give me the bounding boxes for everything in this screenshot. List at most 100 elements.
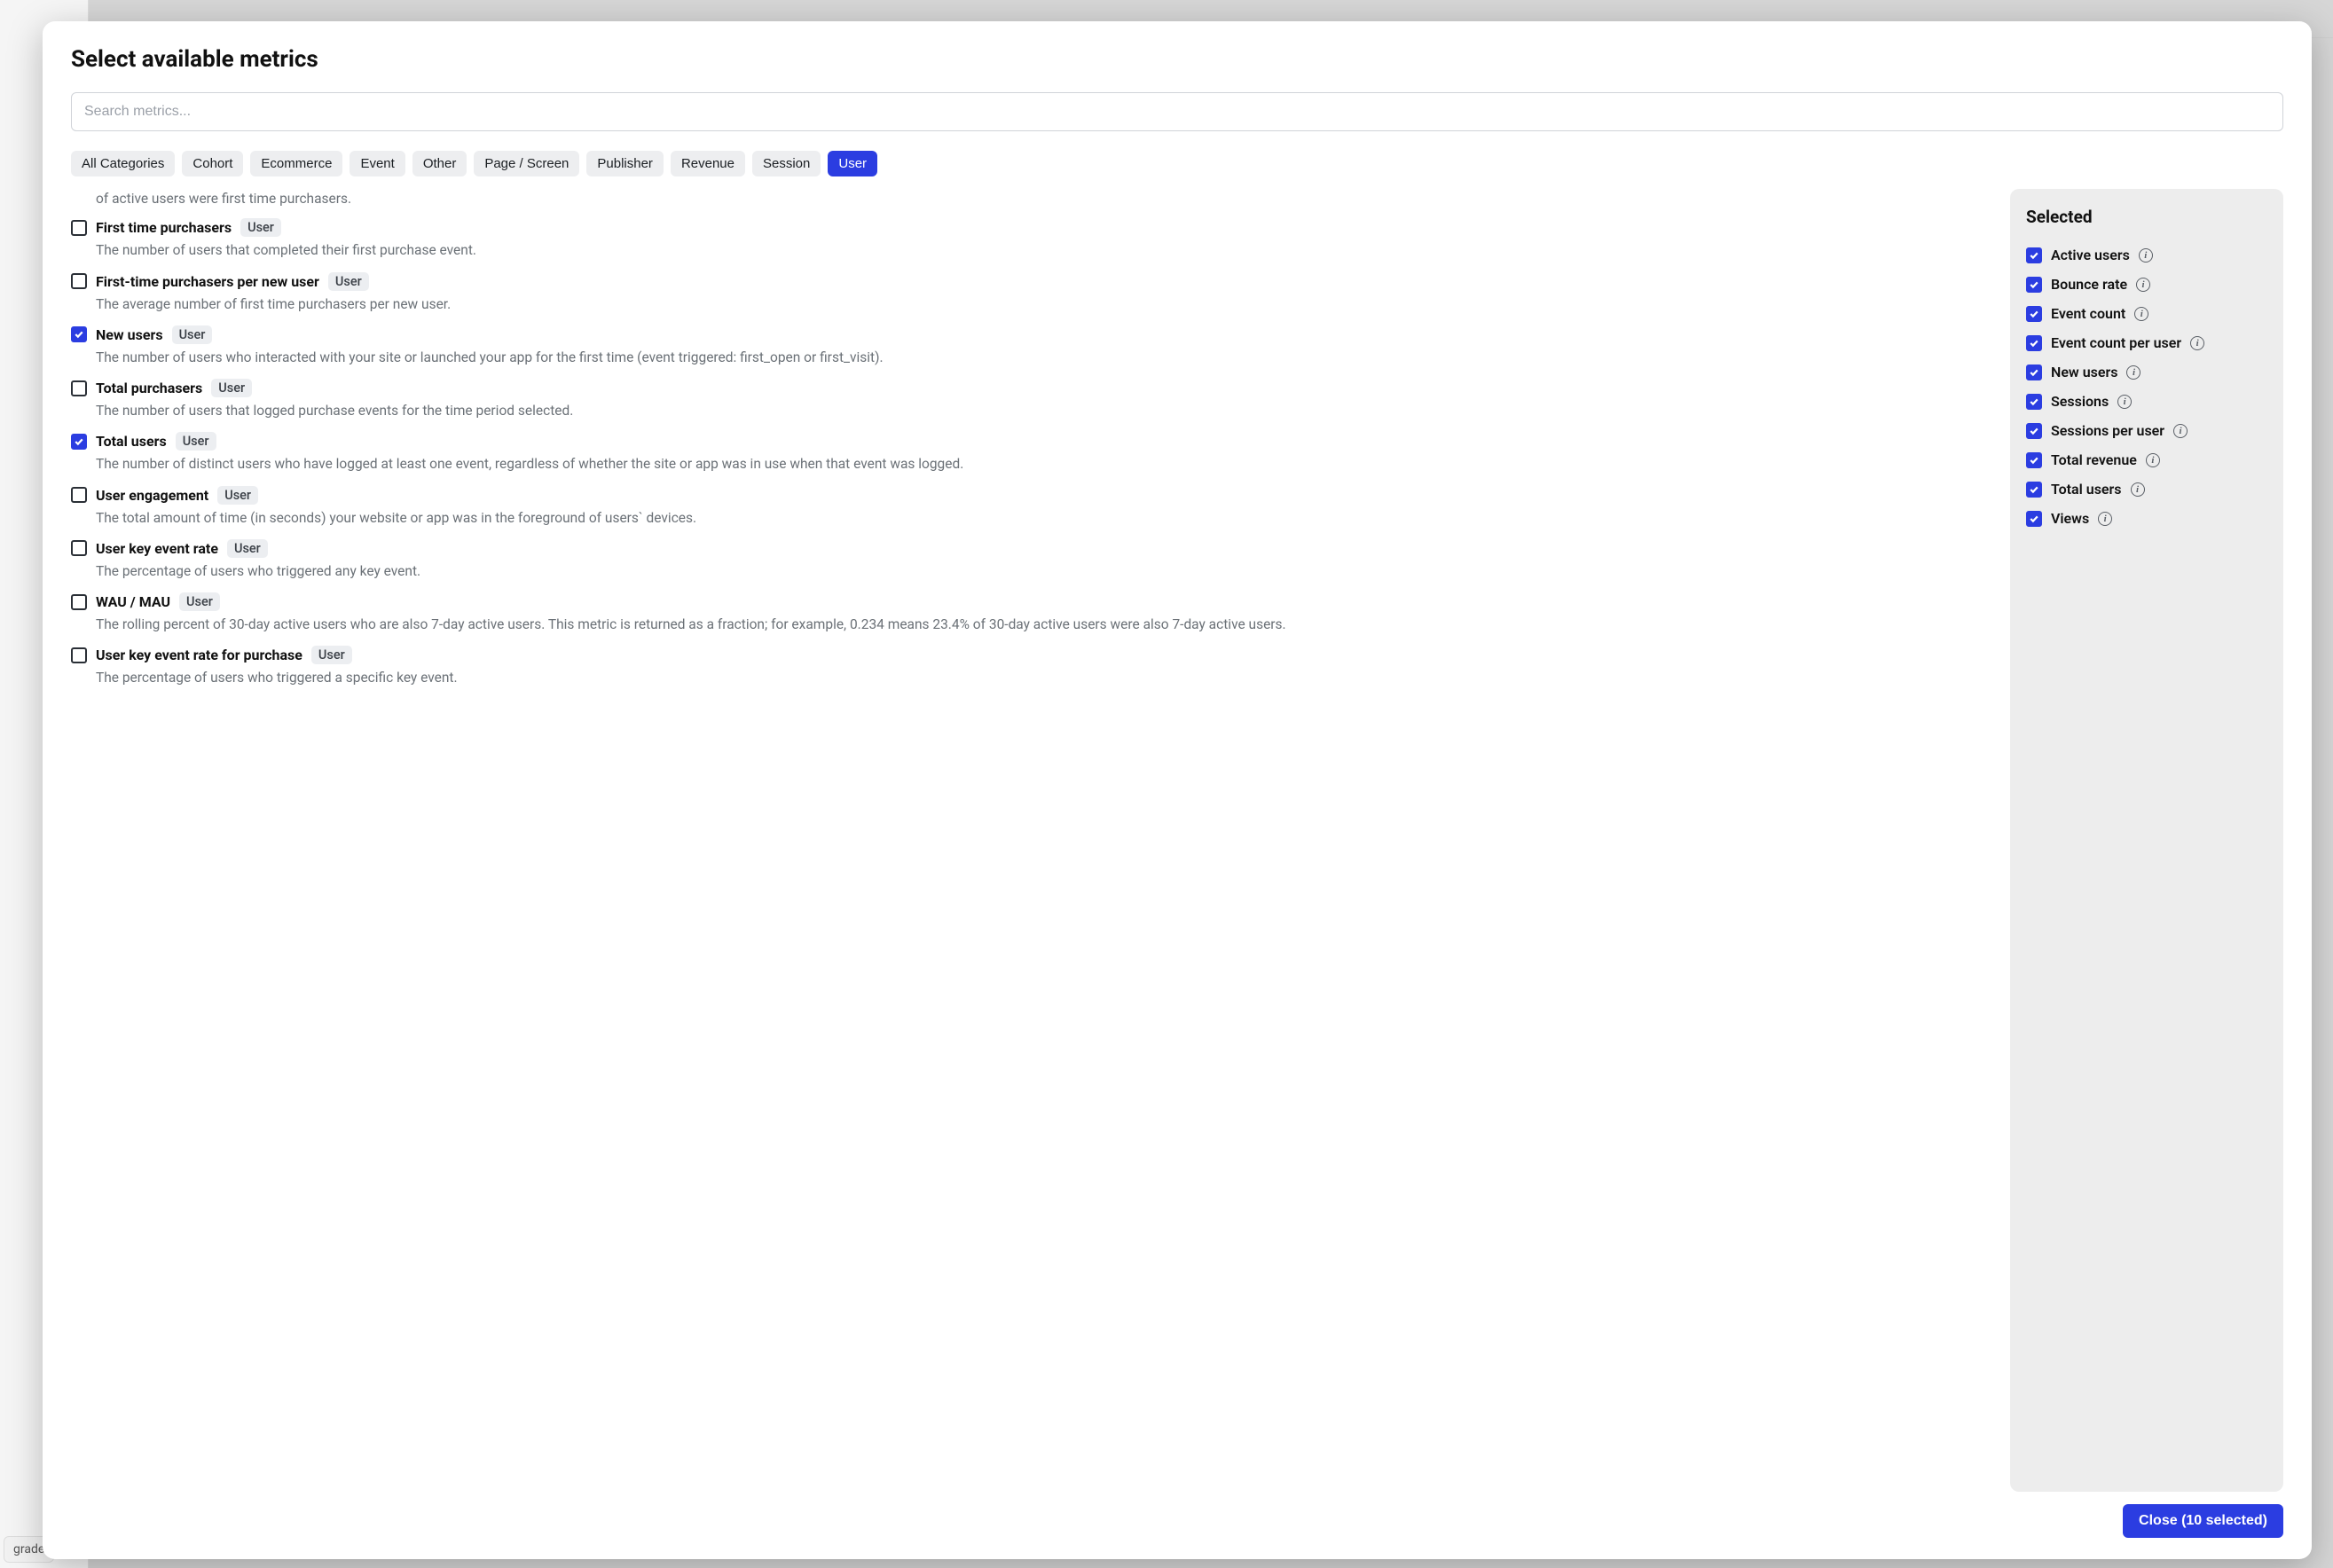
metric-row: Total purchasersUserThe number of users … [71,379,1989,421]
metric-description: The average number of first time purchas… [71,294,1989,315]
metric-category-tag: User [328,272,369,291]
selected-item-label: Sessions per user [2051,422,2164,439]
metric-row: User engagement User The total amount of t… [71,486,1989,529]
metric-name: First time purchasers [96,219,232,236]
selected-checkbox[interactable] [2026,394,2042,410]
info-icon[interactable]: i [2117,395,2132,409]
selected-checkbox[interactable] [2026,335,2042,351]
selected-checkbox[interactable] [2026,482,2042,498]
metrics-scroll-area[interactable]: of active users were first time purchase… [71,189,1994,1492]
selected-item-label: Event count per user [2051,334,2181,351]
metric-description: The total amount of time (in seconds) yo… [71,508,1989,529]
metric-category-tag: User [311,646,352,664]
selected-item-label: Bounce rate [2051,276,2127,293]
selected-checkbox[interactable] [2026,365,2042,380]
metric-name: New users [96,326,163,343]
metric-description: The number of users that completed their… [71,240,1989,261]
info-icon[interactable]: i [2173,424,2188,438]
category-chip[interactable]: Session [752,151,821,176]
selected-checkbox[interactable] [2026,306,2042,322]
info-icon[interactable]: i [2098,512,2112,526]
category-chip[interactable]: Cohort [182,151,243,176]
search-input[interactable] [71,92,2283,131]
selected-checkbox[interactable] [2026,423,2042,439]
metric-head: New users User [71,325,1989,344]
metric-name: User key event rate [96,540,218,557]
selected-item-label: Active users [2051,247,2130,263]
metric-row: User key event rate for purchase User The … [71,646,1989,688]
metric-category-tag: User [172,325,213,344]
category-chip[interactable]: All Categories [71,151,175,176]
metric-category-tag: User [217,486,258,505]
category-filter-row: All Categories Cohort Ecommerce Event Other P… [71,151,2283,176]
metric-row: New users User The number of users who int… [71,325,1989,368]
selected-item: Event counti [2026,305,2267,322]
selected-panel: Selected Active usersiBounce rateiEvent … [2010,189,2283,1492]
metric-row: User key event rateUser The percentage of… [71,539,1989,582]
category-chip[interactable]: User [828,151,877,176]
metric-checkbox[interactable] [71,594,87,610]
metric-head: User engagement User [71,486,1989,505]
selected-item-label: Total users [2051,481,2122,498]
info-icon[interactable]: i [2131,482,2145,497]
metric-category-tag: User [179,592,220,611]
metric-row: Total users User The number of distinct us… [71,432,1989,474]
metric-name: Total purchasers [96,380,202,396]
selected-checkbox[interactable] [2026,277,2042,293]
metric-description: The number of users who interacted with … [71,348,1989,368]
info-icon[interactable]: i [2136,278,2150,292]
metric-description-truncated: of active users were first time purchase… [71,189,1989,209]
metric-category-tag: User [240,218,281,237]
metric-name: First-time purchasers per new user [96,273,319,290]
metric-head: User key event rate for purchase User [71,646,1989,664]
category-chip[interactable]: Page / Screen [474,151,579,176]
selected-item: Viewsi [2026,510,2267,527]
modal-footer: Close (10 selected) [71,1492,2283,1538]
info-icon[interactable]: i [2139,248,2153,263]
metric-checkbox[interactable] [71,380,87,396]
info-icon[interactable]: i [2126,365,2141,380]
metric-name: Total users [96,433,167,450]
metric-checkbox[interactable] [71,540,87,556]
category-chip[interactable]: Revenue [671,151,745,176]
info-icon[interactable]: i [2146,453,2160,467]
metric-checkbox[interactable] [71,273,87,289]
info-icon[interactable]: i [2134,307,2148,321]
selected-item: Total users i [2026,481,2267,498]
category-chip[interactable]: Event [350,151,405,176]
close-button[interactable]: Close (10 selected) [2123,1504,2283,1538]
selected-checkbox[interactable] [2026,247,2042,263]
select-metrics-modal: Select available metrics All CategoriesC… [43,21,2312,1559]
metric-checkbox[interactable] [71,326,87,342]
selected-item-label: Sessions [2051,393,2109,410]
selected-panel-title: Selected [2026,207,2267,227]
metric-row: WAU / MAUUserThe rolling percent of 30-d… [71,592,1989,635]
metric-head: Total users User [71,432,1989,451]
metric-checkbox[interactable] [71,220,87,236]
metric-checkbox[interactable] [71,647,87,663]
selected-item: New users i [2026,364,2267,380]
selected-item-label: New users [2051,364,2117,380]
category-chip[interactable]: Other [412,151,467,176]
metric-name: User key event rate for purchase [96,647,302,663]
info-icon[interactable]: i [2190,336,2204,350]
selected-item-label: Total revenue [2051,451,2137,468]
metric-checkbox[interactable] [71,434,87,450]
metric-head: User key event rateUser [71,539,1989,558]
metrics-list: of active users were first time purchase… [71,189,1994,1492]
metric-description: The number of distinct users who have lo… [71,454,1989,474]
selected-checkbox[interactable] [2026,452,2042,468]
metric-description: The number of users that logged purchase… [71,401,1989,421]
category-chip[interactable]: Ecommerce [250,151,342,176]
metric-description: The percentage of users who triggered an… [71,561,1989,582]
metric-head: First-time purchasers per new user User [71,272,1989,291]
category-chip[interactable]: Publisher [586,151,664,176]
metric-category-tag: User [176,432,216,451]
metric-head: First time purchasers User [71,218,1989,237]
selected-item: Total revenue i [2026,451,2267,468]
metric-description: The percentage of users who triggered a … [71,668,1989,688]
selected-checkbox[interactable] [2026,511,2042,527]
selected-item: Sessions i [2026,393,2267,410]
metric-name: User engagement [96,487,208,504]
metric-checkbox[interactable] [71,487,87,503]
